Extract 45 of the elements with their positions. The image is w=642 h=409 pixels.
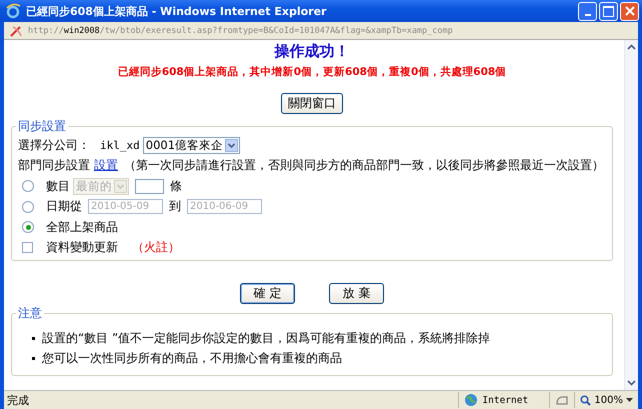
department-label: 部門同步設置 xyxy=(18,157,90,174)
success-heading: 操作成功！ xyxy=(273,42,350,61)
settings-link[interactable]: 設置 xyxy=(94,157,118,174)
cancel-button[interactable]: 放 棄 xyxy=(329,283,384,304)
note-text: 您可以一次性同步所有的商品，不用擔心會有重複的商品 xyxy=(42,350,342,368)
zoom-control[interactable]: 100% xyxy=(574,392,638,408)
checkbox-label: 資料變動更新 xyxy=(46,239,118,256)
branch-label: 選擇分公司： xyxy=(18,136,90,154)
browser-logo-icon xyxy=(5,3,21,19)
address-url: http://win2008/tw/btob/exeresult.asp?fromtype=B&CoId=101047A&flag=&xampTb=xamp_comp xyxy=(28,26,453,36)
radio-button[interactable] xyxy=(22,221,34,234)
dropdown-arrow-icon xyxy=(626,398,633,402)
window-title: 已經同步608個上架商品 - Windows Internet Explorer xyxy=(26,4,328,18)
option-label: 日期從 xyxy=(46,198,82,216)
sync-summary: 已經同步608個上架商品，其中增新0個，更新608個，重複0個，共處理608個 xyxy=(116,65,508,79)
branch-select[interactable]: 0001億客來企 xyxy=(142,136,240,154)
panel-legend: 注意 xyxy=(16,305,44,322)
count-field[interactable] xyxy=(135,178,164,194)
close-window-button[interactable]: 關閉窗口 xyxy=(281,93,343,114)
page-icon xyxy=(9,24,23,38)
scroll-up-icon xyxy=(627,44,636,50)
option-label: 數目 xyxy=(46,178,70,195)
maximize-button[interactable] xyxy=(599,2,618,20)
branch-user: ikl_xd xyxy=(100,138,140,152)
security-zone: Internet xyxy=(482,394,528,406)
option-label: 全部上架商品 xyxy=(46,218,118,236)
note-text: 設置的“數目 ”值不一定能同步你設定的數目，因爲可能有重複的商品，系統將排除掉 xyxy=(42,330,490,347)
bullet-icon xyxy=(32,357,35,360)
dropdown-icon xyxy=(225,138,238,152)
globe-icon xyxy=(464,393,478,407)
checkbox[interactable] xyxy=(22,242,33,254)
footnote-mark: （火註） xyxy=(132,239,180,256)
confirm-button[interactable]: 確 定 xyxy=(240,283,295,304)
magnifier-icon xyxy=(580,394,592,406)
status-text: 完成 xyxy=(6,392,29,408)
unit-label: 條 xyxy=(170,178,182,195)
close-icon xyxy=(624,6,634,16)
scroll-down-icon xyxy=(627,380,636,386)
to-label: 到 xyxy=(169,198,181,216)
minimize-button[interactable] xyxy=(578,2,597,20)
close-button[interactable] xyxy=(620,2,639,20)
bullet-icon xyxy=(32,336,35,340)
dropdown-icon xyxy=(114,180,127,193)
department-note: （第一次同步請進行設置，否則與同步方的商品部門一致，以後同步將參照最近一次設置） xyxy=(124,157,604,174)
panel-legend: 同步設置 xyxy=(16,118,68,135)
